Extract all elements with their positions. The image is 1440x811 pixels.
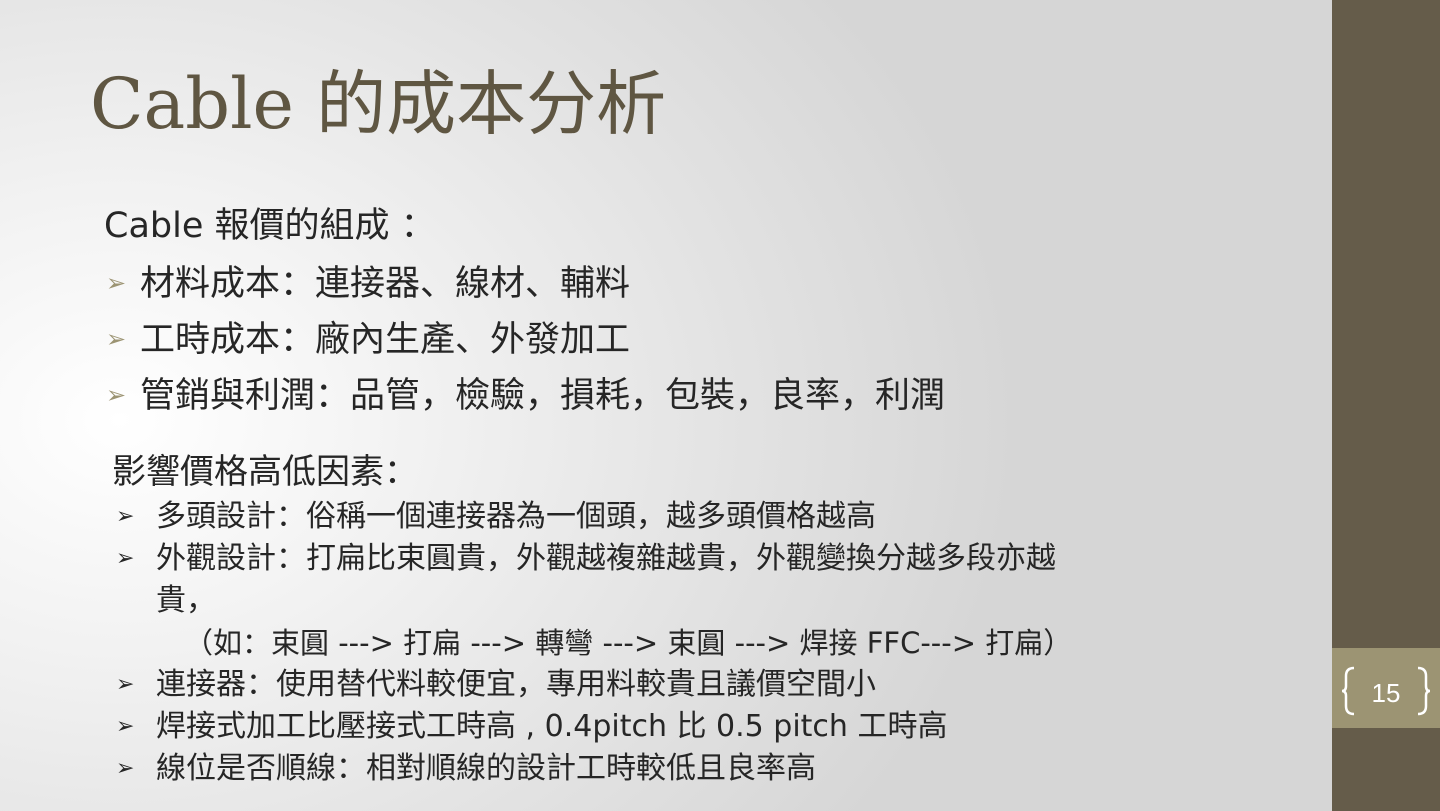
list-item-continuation: 貴，: [156, 583, 216, 618]
list-item-text: 焊接式加工比壓接式工時高 , 0.4pitch 比 0.5 pitch 工時高: [156, 709, 948, 744]
arrowhead-bullet-icon: ➢: [116, 504, 135, 529]
list-item-text: 多頭設計：俗稱一個連接器為一個頭，越多頭價格越高: [156, 499, 876, 534]
list-item: ➢ 工時成本：廠內生產、外發加工: [104, 312, 945, 368]
price-factors-list: ➢ 多頭設計：俗稱一個連接器為一個頭，越多頭價格越高 ➢ 外觀設計：打扁比束圓貴…: [116, 496, 1256, 790]
arrowhead-bullet-icon: ➢: [116, 714, 135, 739]
list-item: ➢ 材料成本：連接器、線材、輔料: [104, 256, 945, 312]
list-item: ➢ 焊接式加工比壓接式工時高 , 0.4pitch 比 0.5 pitch 工時…: [116, 706, 1256, 748]
arrowhead-bullet-icon: ➢: [106, 269, 127, 297]
list-item-text: 材料成本：連接器、線材、輔料: [140, 264, 631, 304]
arrowhead-bullet-icon: ➢: [116, 672, 135, 697]
list-item-text: 管銷與利潤：品管，檢驗，損耗，包裝，良率，利潤: [140, 376, 946, 416]
list-item: ➢ 線位是否順線：相對順線的設計工時較低且良率高: [116, 748, 1256, 790]
price-factors-heading: 影響價格高低因素：: [112, 452, 418, 492]
list-item: ➢ 管銷與利潤：品管，檢驗，損耗，包裝，良率，利潤: [104, 368, 945, 424]
list-item-text: 線位是否順線：相對順線的設計工時較低且良率高: [156, 751, 816, 786]
arrowhead-bullet-icon: ➢: [106, 381, 127, 409]
quote-composition-heading: Cable 報價的組成 ：: [104, 206, 436, 246]
list-item-example: （如：束圓 ---> 打扁 ---> 轉彎 ---> 束圓 ---> 焊接 FF…: [184, 626, 1073, 660]
slide-title: Cable 的成本分析: [90, 63, 667, 145]
slide-content: Cable 的成本分析 Cable 報價的組成 ： ➢ 材料成本：連接器、線材、…: [0, 0, 1332, 811]
list-item-text: 外觀設計：打扁比束圓貴，外觀越複雜越貴，外觀變換分越多段亦越: [156, 541, 1056, 576]
arrowhead-bullet-icon: ➢: [106, 325, 127, 353]
list-item: ➢ 多頭設計：俗稱一個連接器為一個頭，越多頭價格越高: [116, 496, 1256, 538]
arrowhead-bullet-icon: ➢: [116, 756, 135, 781]
list-item-text: 工時成本：廠內生產、外發加工: [140, 320, 631, 360]
list-item-text: 連接器：使用替代料較便宜，專用料較貴且議價空間小: [156, 667, 876, 702]
arrowhead-bullet-icon: ➢: [116, 546, 135, 571]
list-item: ➢ 連接器：使用替代料較便宜，專用料較貴且議價空間小: [116, 664, 1256, 706]
quote-composition-list: ➢ 材料成本：連接器、線材、輔料 ➢ 工時成本：廠內生產、外發加工 ➢ 管銷與利…: [104, 256, 945, 424]
list-item: ➢ 外觀設計：打扁比束圓貴，外觀越複雜越貴，外觀變換分越多段亦越 貴， （如：束…: [116, 538, 1256, 664]
page-number: 15: [1371, 678, 1401, 708]
